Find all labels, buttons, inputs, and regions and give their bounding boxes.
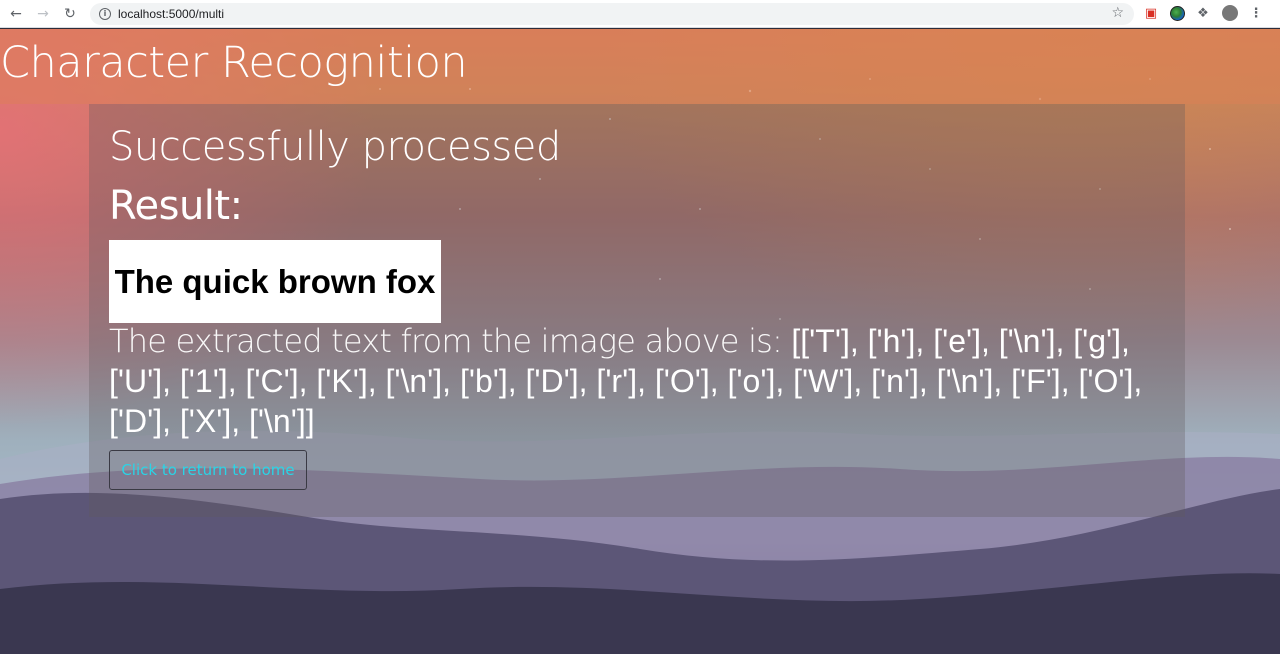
site-title: Character Recognition (0, 38, 468, 88)
browser-toolbar: ← → ↻ i localhost:5000/multi ☆ ▣ ❖ ⋮ (0, 0, 1280, 28)
uploaded-image-text: The quick brown fox (114, 262, 436, 300)
extracted-text-block: The extracted text from the image above … (109, 321, 1179, 441)
url-text[interactable]: localhost:5000/multi (118, 7, 224, 21)
globe-extension-icon[interactable] (1168, 4, 1186, 22)
uploaded-image: The quick brown fox (109, 240, 441, 323)
address-bar[interactable]: i localhost:5000/multi ☆ (90, 3, 1134, 25)
extracted-text-lead: The extracted text from the image above … (109, 322, 792, 360)
reload-icon[interactable]: ↻ (59, 3, 81, 25)
profile-avatar-icon[interactable] (1221, 4, 1239, 22)
forward-arrow-icon[interactable]: → (32, 3, 54, 25)
pdf-extension-icon[interactable]: ▣ (1142, 4, 1160, 22)
star-icon[interactable]: ☆ (1111, 5, 1124, 21)
back-arrow-icon[interactable]: ← (5, 3, 27, 25)
kebab-menu-icon[interactable]: ⋮ (1247, 4, 1265, 22)
result-heading: Result: (109, 183, 243, 229)
puzzle-extensions-icon[interactable]: ❖ (1194, 4, 1212, 22)
info-icon[interactable]: i (99, 8, 111, 20)
status-message: Successfully processed (109, 124, 561, 170)
return-home-button[interactable]: Click to return to home (109, 450, 307, 490)
